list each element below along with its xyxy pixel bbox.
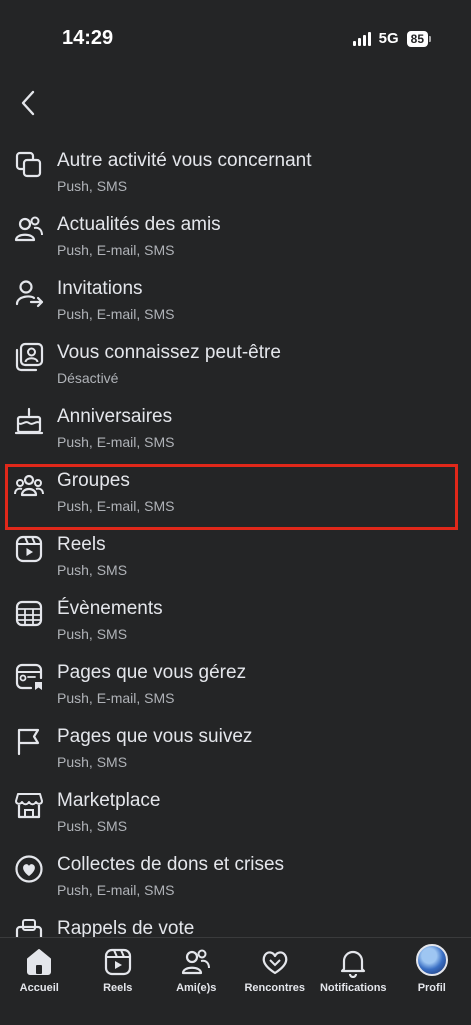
bottom-tab-bar: Accueil Reels Ami(e)s Rencontres Notific…	[0, 937, 471, 1025]
setting-friends-news[interactable]: Actualités des amis Push, E-mail, SMS	[0, 206, 471, 270]
ballot-box-icon	[14, 918, 44, 937]
friends-icon	[180, 946, 212, 978]
setting-pages-you-follow[interactable]: Pages que vous suivez Push, SMS	[0, 718, 471, 782]
tab-dating[interactable]: Rencontres	[236, 938, 315, 1025]
setting-pages-you-manage[interactable]: Pages que vous gérez Push, E-mail, SMS	[0, 654, 471, 718]
flag-icon	[14, 726, 44, 756]
status-bar: 14:29 5G 85	[0, 0, 471, 80]
notification-settings-list: Autre activité vous concernant Push, SMS…	[0, 142, 471, 937]
tab-notifications[interactable]: Notifications	[314, 938, 393, 1025]
tab-home[interactable]: Accueil	[0, 938, 79, 1025]
setting-events[interactable]: Évènements Push, SMS	[0, 590, 471, 654]
network-type: 5G	[379, 30, 399, 47]
setting-people-you-may-know[interactable]: Vous connaissez peut-être Désactivé	[0, 334, 471, 398]
tab-reels[interactable]: Reels	[79, 938, 158, 1025]
heart-coin-icon	[14, 854, 44, 884]
tab-friends[interactable]: Ami(e)s	[157, 938, 236, 1025]
birthday-cake-icon	[14, 406, 44, 436]
signal-icon	[353, 31, 371, 46]
friends-icon	[14, 214, 44, 244]
setting-other-activity[interactable]: Autre activité vous concernant Push, SMS	[0, 142, 471, 206]
setting-birthdays[interactable]: Anniversaires Push, E-mail, SMS	[0, 398, 471, 462]
home-icon	[23, 946, 55, 978]
contact-card-icon	[14, 342, 44, 372]
chevron-left-icon	[14, 88, 44, 118]
calendar-icon	[14, 598, 44, 628]
reels-icon	[14, 534, 44, 564]
setting-fundraisers[interactable]: Collectes de dons et crises Push, E-mail…	[0, 846, 471, 910]
invite-person-icon	[14, 278, 44, 308]
setting-invitations[interactable]: Invitations Push, E-mail, SMS	[0, 270, 471, 334]
overlapping-squares-icon	[14, 150, 44, 180]
highlight-box	[5, 464, 458, 530]
setting-voting-reminders[interactable]: Rappels de vote	[0, 910, 471, 937]
marketplace-icon	[14, 790, 44, 820]
reels-icon	[102, 946, 134, 978]
back-button[interactable]	[14, 88, 44, 118]
status-time: 14:29	[62, 27, 113, 50]
setting-marketplace[interactable]: Marketplace Push, SMS	[0, 782, 471, 846]
page-manage-icon	[14, 662, 44, 692]
setting-reels[interactable]: Reels Push, SMS	[0, 526, 471, 590]
tab-profile[interactable]: Profil	[393, 938, 471, 1025]
avatar	[416, 944, 448, 976]
battery-icon: 85	[407, 31, 431, 47]
dating-heart-icon	[259, 946, 291, 978]
bell-icon	[337, 946, 369, 978]
battery-level: 85	[407, 31, 428, 47]
